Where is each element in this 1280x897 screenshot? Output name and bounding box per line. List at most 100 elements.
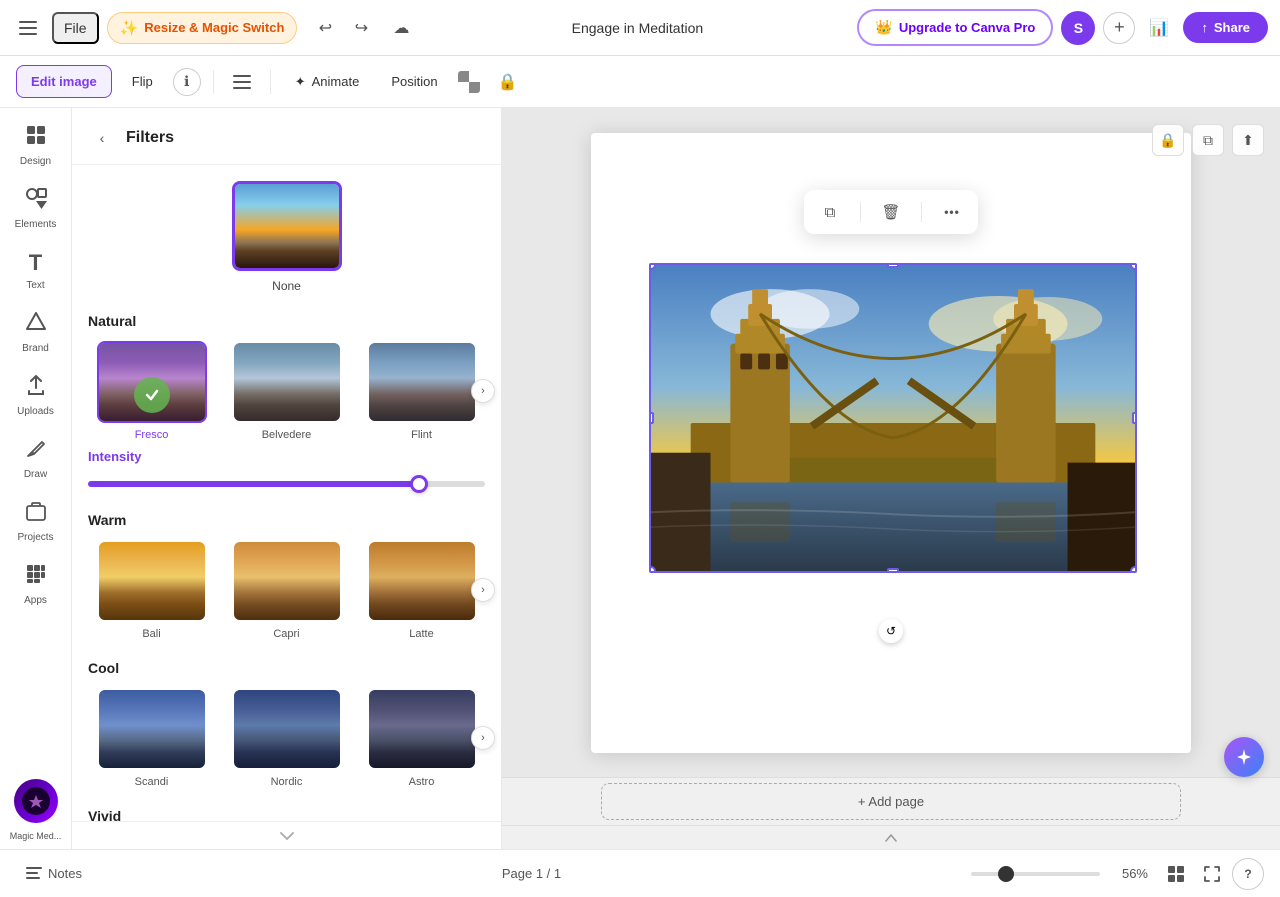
- fresco-thumb[interactable]: [97, 341, 207, 423]
- lock-canvas-button[interactable]: 🔒: [1152, 124, 1184, 156]
- magic-med-button[interactable]: [14, 779, 58, 823]
- chevron-up-icon: [885, 834, 897, 842]
- menu-icon: [233, 75, 251, 89]
- lock-button[interactable]: 🔒: [494, 68, 522, 96]
- filter-back-button[interactable]: ‹: [88, 124, 116, 152]
- avatar[interactable]: S: [1061, 11, 1095, 45]
- share-button[interactable]: ↑ Share: [1183, 12, 1268, 43]
- filter-panel: ‹ Filters None Natural: [72, 108, 502, 849]
- context-copy-button[interactable]: ⧉: [816, 198, 844, 226]
- chevron-down-icon: [280, 832, 294, 840]
- filter-warm-section: Warm Bali Capri: [88, 512, 485, 640]
- export-canvas-button[interactable]: ⬆: [1232, 124, 1264, 156]
- scandi-thumb[interactable]: [97, 688, 207, 770]
- document-title[interactable]: Engage in Meditation: [555, 13, 721, 43]
- add-page-button[interactable]: + Add page: [601, 783, 1181, 820]
- filter-fresco[interactable]: Fresco: [88, 341, 215, 441]
- magic-med-label: Magic Med...: [10, 831, 62, 841]
- filter-scandi[interactable]: Scandi: [88, 688, 215, 788]
- intensity-slider[interactable]: [88, 481, 485, 487]
- transparency-button[interactable]: [458, 68, 486, 96]
- canvas-controls: 🔒 ⧉ ⬆: [1152, 124, 1264, 156]
- handle-middle-left[interactable]: [649, 412, 654, 424]
- help-button[interactable]: ?: [1232, 858, 1264, 890]
- magic-switch-button[interactable]: ✨ Resize & Magic Switch: [107, 12, 298, 44]
- cool-filter-grid: Scandi Nordic Astro ›: [88, 688, 485, 788]
- notes-button[interactable]: Notes: [16, 860, 92, 887]
- capri-thumb[interactable]: [232, 540, 342, 622]
- filter-scroll[interactable]: None Natural Fresco: [72, 165, 501, 821]
- scroll-down-indicator[interactable]: [72, 821, 501, 849]
- handle-bottom-middle[interactable]: [887, 568, 899, 573]
- handle-bottom-right[interactable]: [1130, 566, 1137, 573]
- add-button[interactable]: +: [1103, 12, 1135, 44]
- nordic-img: [234, 690, 340, 768]
- bridge-base-img: [235, 184, 339, 268]
- vivid-title: Vivid: [88, 808, 485, 821]
- copy-canvas-button[interactable]: ⧉: [1192, 124, 1224, 156]
- uploads-icon: [25, 374, 47, 402]
- sidebar-item-elements[interactable]: Elements: [6, 179, 66, 238]
- ctx-divider-1: [860, 202, 861, 222]
- sidebar-item-uploads[interactable]: Uploads: [6, 366, 66, 425]
- selected-image[interactable]: ↻: [649, 263, 1137, 573]
- filter-belvedere[interactable]: Belvedere: [223, 341, 350, 441]
- astro-label: Astro: [409, 776, 435, 788]
- scandi-img: [99, 690, 205, 768]
- bottom-right-buttons: ?: [1160, 858, 1264, 890]
- fullscreen-button[interactable]: [1196, 858, 1228, 890]
- redo-button[interactable]: ↪: [345, 12, 377, 44]
- zoom-slider[interactable]: [971, 872, 1100, 876]
- filter-nordic[interactable]: Nordic: [223, 688, 350, 788]
- filter-bali[interactable]: Bali: [88, 540, 215, 640]
- handle-middle-right[interactable]: [1132, 412, 1137, 424]
- belvedere-thumb[interactable]: [232, 341, 342, 423]
- bali-thumb[interactable]: [97, 540, 207, 622]
- position-button[interactable]: Position: [379, 68, 449, 95]
- info-button[interactable]: ℹ: [173, 68, 201, 96]
- nordic-thumb[interactable]: [232, 688, 342, 770]
- filter-latte[interactable]: Latte: [358, 540, 485, 640]
- magic-emoji: ✨: [120, 19, 139, 37]
- analytics-button[interactable]: 📊: [1143, 12, 1175, 44]
- hamburger-button[interactable]: [12, 12, 44, 44]
- handle-top-middle[interactable]: [887, 263, 899, 268]
- sidebar-item-text[interactable]: T Text: [6, 242, 66, 299]
- brand-icon: [25, 311, 47, 339]
- cloud-save-button[interactable]: ☁: [385, 12, 417, 44]
- filter-astro[interactable]: Astro: [358, 688, 485, 788]
- cool-carousel-next[interactable]: ›: [471, 726, 495, 750]
- menu-button[interactable]: [226, 66, 258, 98]
- sidebar-item-projects[interactable]: Projects: [6, 492, 66, 551]
- natural-carousel-next[interactable]: ›: [471, 379, 495, 403]
- filter-flint[interactable]: Flint: [358, 341, 485, 441]
- flip-button[interactable]: Flip: [120, 66, 165, 97]
- astro-thumb[interactable]: [367, 688, 477, 770]
- context-more-button[interactable]: •••: [938, 198, 966, 226]
- sidebar-item-brand[interactable]: Brand: [6, 303, 66, 362]
- show-hide-button[interactable]: [885, 834, 897, 842]
- sidebar-item-draw[interactable]: Draw: [6, 429, 66, 488]
- filter-none-thumb[interactable]: [232, 181, 342, 271]
- magic-switch-label: Resize & Magic Switch: [144, 20, 284, 35]
- warm-carousel-next[interactable]: ›: [471, 578, 495, 602]
- sidebar-item-design[interactable]: Design: [6, 116, 66, 175]
- grid-view-button[interactable]: [1160, 858, 1192, 890]
- ai-assist-button[interactable]: [1224, 737, 1264, 777]
- edit-image-button[interactable]: Edit image: [16, 65, 112, 98]
- latte-thumb[interactable]: [367, 540, 477, 622]
- flint-thumb[interactable]: [367, 341, 477, 423]
- animate-button[interactable]: ✦ Animate: [283, 68, 372, 96]
- draw-label: Draw: [24, 469, 47, 480]
- elements-label: Elements: [15, 219, 57, 230]
- belvedere-label: Belvedere: [262, 429, 312, 441]
- rotate-handle-bottom[interactable]: ↺: [879, 619, 903, 643]
- sidebar-item-apps[interactable]: Apps: [6, 555, 66, 614]
- handle-top-right[interactable]: [1130, 263, 1137, 270]
- undo-button[interactable]: ↩: [309, 12, 341, 44]
- latte-img: [369, 542, 475, 620]
- context-delete-button[interactable]: 🗑: [877, 198, 905, 226]
- filter-capri[interactable]: Capri: [223, 540, 350, 640]
- upgrade-button[interactable]: 👑 Upgrade to Canva Pro: [857, 9, 1053, 46]
- file-menu-button[interactable]: File: [52, 12, 99, 44]
